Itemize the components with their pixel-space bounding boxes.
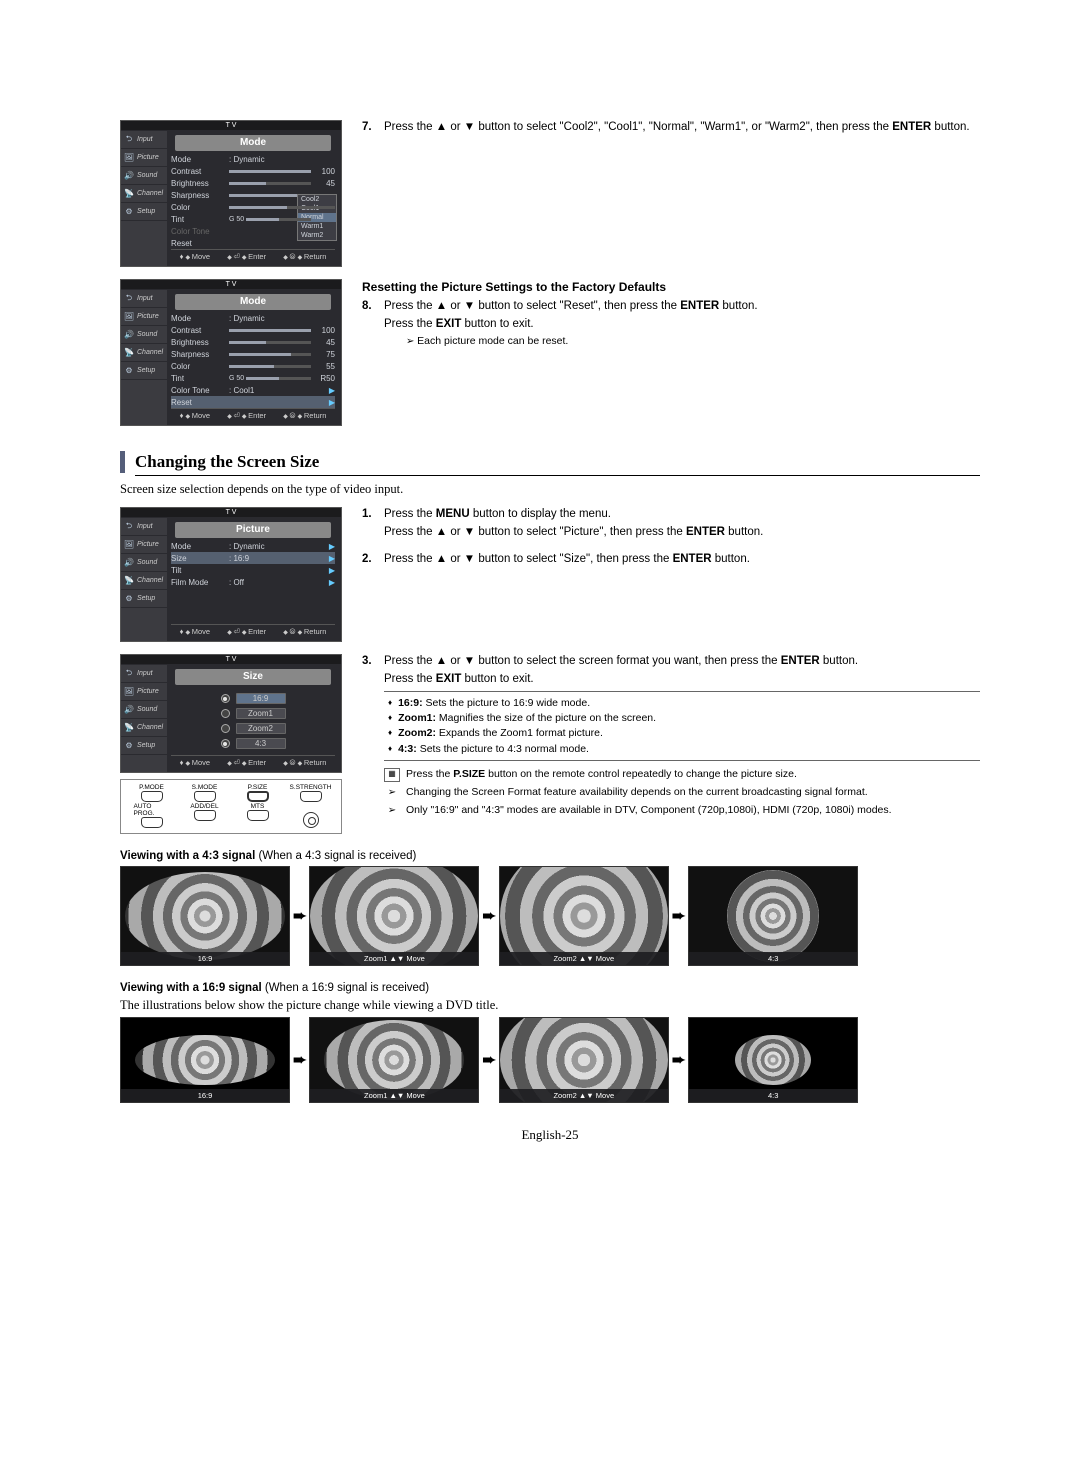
viewing-169-heading: Viewing with a 16:9 signal (When a 16:9 …	[120, 982, 980, 994]
remote-slice: P.MODE S.MODE P.SIZE S.STRENGTH AUTO PRO…	[120, 779, 342, 834]
section-heading: Changing the Screen Size	[120, 451, 980, 473]
section-subline: Screen size selection depends on the typ…	[120, 482, 980, 497]
step-text: Press the ▲ or ▼ button to select "Cool2…	[384, 120, 980, 138]
remote-hint-icon: ▦	[384, 768, 400, 782]
osd-picture-size: T V ⮌Input 🖼Picture 🔊Sound 📡Channel ⚙Set…	[120, 507, 342, 642]
viewing-43-row: 16:9 ➨ Zoom1 ▲▼ Move ➨ Zoom2 ▲▼ Move ➨ 4…	[120, 866, 980, 966]
viewing-43-heading: Viewing with a 4:3 signal (When a 4:3 si…	[120, 850, 980, 862]
viewing-169-row: 16:9 ➨ Zoom1 ▲▼ Move ➨ Zoom2 ▲▼ Move ➨ 4…	[120, 1017, 980, 1103]
subheading-reset: Resetting the Picture Settings to the Fa…	[362, 279, 980, 295]
osd-size-options: T V ⮌Input 🖼Picture 🔊Sound 📡Channel ⚙Set…	[120, 654, 342, 773]
osd-mode-colortone: T V ⮌Input 🖼Picture 🔊Sound 📡Channel ⚙Set…	[120, 120, 342, 267]
step-number: 7.	[362, 120, 384, 138]
page-number: English-25	[120, 1127, 980, 1143]
osd-mode-reset: T V ⮌Input 🖼Picture 🔊Sound 📡Channel ⚙Set…	[120, 279, 342, 426]
